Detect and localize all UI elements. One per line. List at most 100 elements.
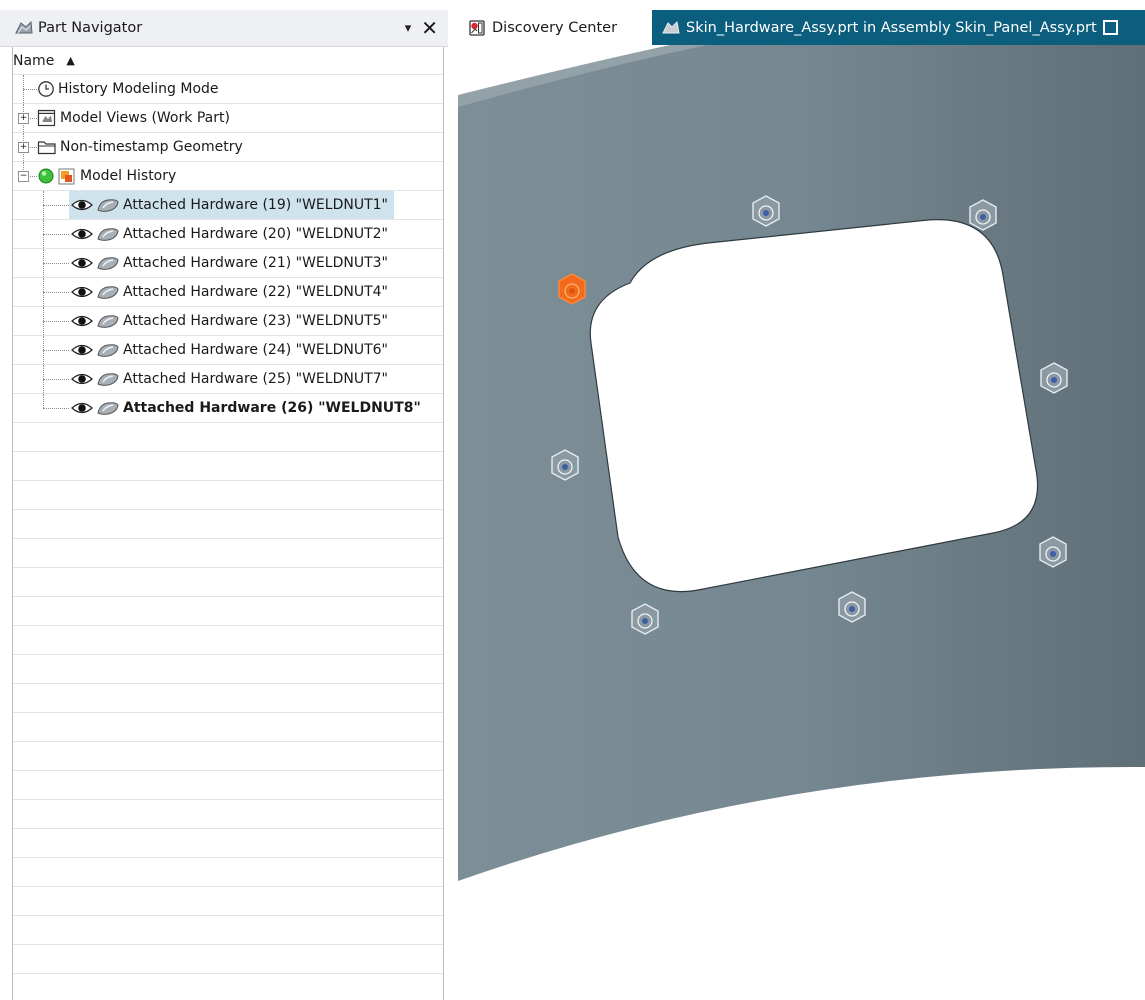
empty-row (13, 539, 443, 568)
empty-row (13, 800, 443, 829)
tree-connector (23, 89, 37, 90)
empty-row (13, 423, 443, 452)
navigator-title: Part Navigator (38, 20, 143, 36)
part-navigator-panel: Part Navigator ▾ ✕ Name ▲ History Modeli… (0, 0, 448, 1000)
tree-node[interactable]: + Non-timestamp Geometry (13, 133, 443, 162)
attached-hardware-icon (96, 400, 120, 416)
empty-row (13, 742, 443, 771)
visibility-eye-icon[interactable] (71, 371, 93, 387)
feature-row[interactable]: Attached Hardware (24) "WELDNUT6" (13, 336, 443, 365)
column-header-name[interactable]: Name ▲ (13, 47, 443, 75)
empty-row (13, 771, 443, 800)
visibility-eye-icon[interactable] (71, 313, 93, 329)
tree-node-label: Attached Hardware (26) "WELDNUT8" (123, 400, 421, 416)
column-header-label: Name (13, 52, 55, 69)
feature-row[interactable]: Attached Hardware (22) "WELDNUT4" (13, 278, 443, 307)
model-history-icon (37, 167, 77, 185)
model-views-icon (37, 109, 57, 127)
tree-rows: History Modeling Mode + Model Views (Work … (13, 75, 443, 1000)
tab-discovery-center[interactable]: Discovery Center (458, 10, 652, 45)
empty-row (13, 829, 443, 858)
discovery-center-icon (468, 19, 486, 37)
empty-row (13, 916, 443, 945)
feature-row[interactable]: Attached Hardware (19) "WELDNUT1" (13, 191, 443, 220)
tree-node-label: History Modeling Mode (58, 81, 219, 97)
tree-connector (43, 394, 44, 408)
expand-toggle[interactable]: + (18, 113, 29, 124)
expand-toggle[interactable]: − (18, 171, 29, 182)
close-icon[interactable]: ✕ (421, 16, 438, 40)
weld-nut[interactable] (838, 591, 866, 623)
tree-connector (43, 408, 69, 409)
weld-nut-highlighted[interactable] (558, 273, 586, 305)
feature-row[interactable]: Attached Hardware (23) "WELDNUT5" (13, 307, 443, 336)
tree-node-label: Model Views (Work Part) (60, 110, 230, 126)
graphics-viewport[interactable] (458, 45, 1145, 1000)
empty-row (13, 974, 443, 1000)
feature-row[interactable]: Attached Hardware (25) "WELDNUT7" (13, 365, 443, 394)
sort-ascending-icon: ▲ (66, 54, 75, 67)
feature-row[interactable]: Attached Hardware (21) "WELDNUT3" (13, 249, 443, 278)
tree-connector (43, 205, 69, 206)
attached-hardware-icon (96, 284, 120, 300)
feature-row[interactable]: Attached Hardware (26) "WELDNUT8" (13, 394, 443, 423)
panel-cutout (589, 219, 1039, 593)
document-tab-bar: Discovery Center Skin_Hardware_Assy.prt … (458, 10, 1145, 45)
empty-row (13, 481, 443, 510)
attached-hardware-icon (96, 313, 120, 329)
attached-hardware-icon (96, 371, 120, 387)
panel-splitter[interactable] (448, 0, 458, 1000)
clock-icon (37, 80, 55, 98)
feature-row[interactable]: Attached Hardware (20) "WELDNUT2" (13, 220, 443, 249)
tree-node[interactable]: − Model History (13, 162, 443, 191)
tree-node-label: Attached Hardware (24) "WELDNUT6" (123, 342, 388, 358)
navigator-header: Part Navigator ▾ ✕ (0, 10, 448, 47)
part-file-icon (662, 20, 680, 36)
navigator-tree: Name ▲ History Modeling Mode + Model Views… (12, 47, 444, 1000)
tree-connector (43, 321, 69, 322)
tree-node-label: Attached Hardware (21) "WELDNUT3" (123, 255, 388, 271)
empty-row (13, 597, 443, 626)
expand-toggle[interactable]: + (18, 142, 29, 153)
tree-node-label: Attached Hardware (20) "WELDNUT2" (123, 226, 388, 242)
weld-nut[interactable] (1039, 536, 1067, 568)
empty-row (13, 568, 443, 597)
folder-icon (37, 138, 57, 156)
navigator-menu-button[interactable]: ▾ (405, 21, 412, 36)
part-navigator-icon (14, 18, 34, 38)
empty-row (13, 626, 443, 655)
tab-label: Discovery Center (492, 19, 618, 36)
weld-nut[interactable] (631, 603, 659, 635)
empty-row (13, 510, 443, 539)
tree-connector (43, 234, 69, 235)
weld-nut[interactable] (551, 449, 579, 481)
tree-node[interactable]: History Modeling Mode (13, 75, 443, 104)
visibility-eye-icon[interactable] (71, 400, 93, 416)
tree-node[interactable]: + Model Views (Work Part) (13, 104, 443, 133)
empty-row (13, 887, 443, 916)
tree-connector (43, 292, 69, 293)
empty-row (13, 945, 443, 974)
tree-node-label: Non-timestamp Geometry (60, 139, 243, 155)
tree-node-label: Attached Hardware (19) "WELDNUT1" (123, 197, 388, 213)
tree-node-label: Attached Hardware (22) "WELDNUT4" (123, 284, 388, 300)
weld-nut[interactable] (969, 199, 997, 231)
visibility-eye-icon[interactable] (71, 226, 93, 242)
empty-row (13, 452, 443, 481)
tree-node-label: Model History (80, 168, 177, 184)
tab-label: Skin_Hardware_Assy.prt in Assembly Skin_… (686, 19, 1097, 36)
tree-node-label: Attached Hardware (25) "WELDNUT7" (123, 371, 388, 387)
visibility-eye-icon[interactable] (71, 197, 93, 213)
visibility-eye-icon[interactable] (71, 342, 93, 358)
restore-window-icon[interactable] (1102, 20, 1118, 35)
skin-panel-model (458, 45, 1145, 881)
attached-hardware-icon (96, 197, 120, 213)
tab-active-part[interactable]: Skin_Hardware_Assy.prt in Assembly Skin_… (652, 10, 1130, 45)
visibility-eye-icon[interactable] (71, 284, 93, 300)
weld-nut[interactable] (1040, 362, 1068, 394)
tree-connector (43, 350, 69, 351)
visibility-eye-icon[interactable] (71, 255, 93, 271)
empty-row (13, 684, 443, 713)
attached-hardware-icon (96, 226, 120, 242)
weld-nut[interactable] (752, 195, 780, 227)
